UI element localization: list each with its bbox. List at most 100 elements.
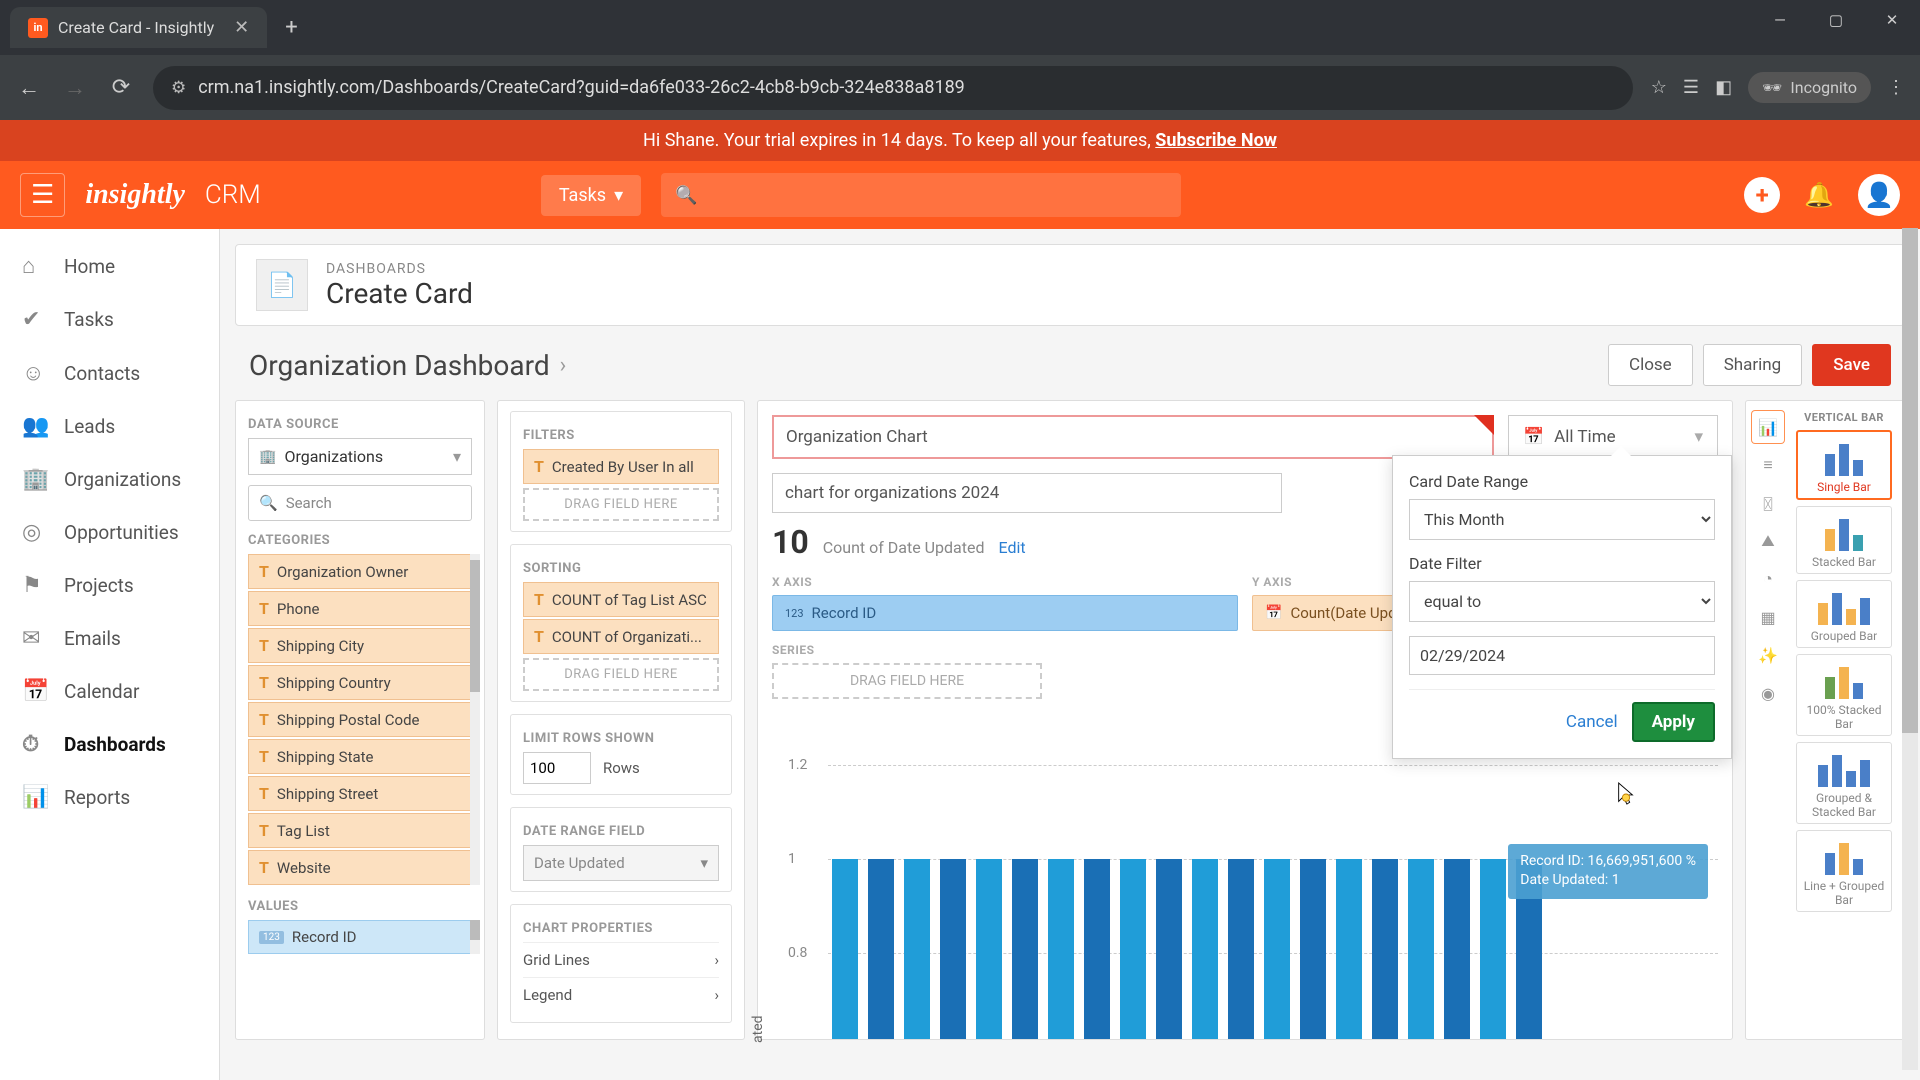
series-drop-zone[interactable]: DRAG FIELD HERE	[772, 663, 1042, 699]
back-button[interactable]: ←	[15, 74, 43, 102]
card-date-range-label: Card Date Range	[1409, 472, 1715, 491]
chart-type-line-icon[interactable]: 〿	[1752, 487, 1784, 519]
category-field[interactable]: TShipping Country	[248, 665, 472, 700]
reading-list-icon[interactable]: ☰	[1683, 77, 1699, 98]
incognito-badge[interactable]: 🕶 Incognito	[1748, 72, 1871, 103]
card-date-range-select[interactable]: This Month	[1409, 499, 1715, 540]
reload-button[interactable]: ⟳	[107, 74, 135, 102]
category-field[interactable]: TShipping State	[248, 739, 472, 774]
sidebar-item-emails[interactable]: ✉Emails	[0, 612, 219, 665]
sidebar-item-dashboards[interactable]: ⏱Dashboards	[0, 718, 219, 771]
chart-bar	[1084, 859, 1110, 1039]
chart-subtype--stacked-bar[interactable]: 100% Stacked Bar	[1796, 654, 1892, 736]
limit-input[interactable]	[523, 752, 591, 784]
category-field[interactable]: TPhone	[248, 591, 472, 626]
chart-bar	[868, 859, 894, 1039]
data-source-label: DATA SOURCE	[248, 417, 472, 432]
app-name: CRM	[205, 180, 261, 210]
sort-chip-2[interactable]: TCOUNT of Organizati...	[523, 619, 719, 654]
entity-selector[interactable]: Tasks ▾	[541, 175, 641, 216]
daterange-field-select[interactable]: Date Updated ▾	[523, 845, 719, 881]
xaxis-field[interactable]: 123 Record ID	[772, 595, 1238, 631]
close-tab-icon[interactable]: ✕	[234, 17, 249, 38]
category-field[interactable]: TShipping Postal Code	[248, 702, 472, 737]
value-field-record-id[interactable]: 123 Record ID	[248, 920, 472, 954]
chart-subtype-grouped-bar[interactable]: Grouped Bar	[1796, 580, 1892, 648]
chart-subtype-grouped-stacked-bar[interactable]: Grouped & Stacked Bar	[1796, 742, 1892, 824]
dashboard-title[interactable]: Organization Dashboard ›	[249, 349, 566, 382]
menu-icon[interactable]: ⋮	[1887, 77, 1905, 98]
sort-drop-zone[interactable]: DRAG FIELD HERE	[523, 658, 719, 691]
sort-chip-1[interactable]: TCOUNT of Tag List ASC	[523, 582, 719, 617]
chart-type-funnel-icon[interactable]: ✨	[1752, 639, 1784, 671]
minimize-icon[interactable]: —	[1752, 0, 1808, 40]
new-tab-button[interactable]: +	[275, 15, 307, 40]
sidepanel-icon[interactable]: ◧	[1715, 77, 1732, 98]
chart-bar	[940, 859, 966, 1039]
chart-subtype-line-grouped-bar[interactable]: Line + Grouped Bar	[1796, 830, 1892, 912]
sharing-button[interactable]: Sharing	[1703, 344, 1803, 386]
url-text: crm.na1.insightly.com/Dashboards/CreateC…	[198, 77, 965, 98]
filter-chip[interactable]: T Created By User In all	[523, 449, 719, 484]
date-value-input[interactable]	[1409, 636, 1715, 675]
calendar-icon: 📅	[1523, 427, 1544, 447]
avatar[interactable]: 👤	[1858, 174, 1900, 216]
edit-link[interactable]: Edit	[999, 538, 1026, 557]
sidebar-item-opportunities[interactable]: ◎Opportunities	[0, 506, 219, 559]
sidebar-icon: ✔	[22, 307, 48, 332]
subscribe-link[interactable]: Subscribe Now	[1155, 130, 1277, 151]
close-button[interactable]: Close	[1608, 344, 1693, 386]
sidebar-item-home[interactable]: ⌂Home	[0, 239, 219, 293]
search-input[interactable]: 🔍	[661, 173, 1181, 217]
sidebar-item-projects[interactable]: ⚑Projects	[0, 559, 219, 612]
chart-subtype-stacked-bar[interactable]: Stacked Bar	[1796, 506, 1892, 574]
chart-subtitle-input[interactable]: chart for organizations 2024	[772, 473, 1282, 513]
notifications-icon[interactable]: 🔔	[1804, 181, 1834, 209]
filter-drop-zone[interactable]: DRAG FIELD HERE	[523, 488, 719, 521]
datasource-search[interactable]: 🔍 Search	[248, 485, 472, 521]
category-field[interactable]: TShipping City	[248, 628, 472, 663]
chart-type-pie-icon[interactable]: ◔	[1752, 563, 1784, 595]
chart-type-area-icon[interactable]: ⛰	[1752, 525, 1784, 557]
page-scrollbar[interactable]	[1902, 228, 1918, 1070]
sorting-label: SORTING	[523, 561, 719, 576]
daterange-label: DATE RANGE FIELD	[523, 824, 719, 839]
chart-tooltip: Record ID: 16,669,951,600 % Date Updated…	[1508, 844, 1708, 899]
data-source-select[interactable]: 🏢 Organizations ▾	[248, 438, 472, 475]
category-field[interactable]: TWebsite	[248, 850, 472, 885]
chart-bar	[1048, 859, 1074, 1039]
chart-bar	[1444, 859, 1470, 1039]
sidebar-item-tasks[interactable]: ✔Tasks	[0, 293, 219, 346]
text-type-icon: T	[259, 747, 269, 766]
sidebar-item-organizations[interactable]: 🏢Organizations	[0, 453, 219, 506]
add-button[interactable]: +	[1744, 177, 1780, 213]
prop-legend[interactable]: Legend›	[523, 977, 719, 1012]
sidebar-item-leads[interactable]: 👥Leads	[0, 400, 219, 453]
sidebar-item-reports[interactable]: 📊Reports	[0, 771, 219, 824]
site-settings-icon[interactable]: ⚙	[171, 78, 186, 98]
bookmark-icon[interactable]: ☆	[1651, 77, 1667, 98]
sidebar-item-contacts[interactable]: ☺Contacts	[0, 346, 219, 400]
close-window-icon[interactable]: ✕	[1864, 0, 1920, 40]
category-field[interactable]: TTag List	[248, 813, 472, 848]
chart-subtype-single-bar[interactable]: Single Bar	[1796, 430, 1892, 500]
chart-type-table-icon[interactable]: ▦	[1752, 601, 1784, 633]
date-filter-select[interactable]: equal to	[1409, 581, 1715, 622]
hamburger-menu[interactable]: ☰	[20, 173, 65, 217]
chart-type-gauge-icon[interactable]: ◉	[1752, 677, 1784, 709]
sidebar-item-calendar[interactable]: 📅Calendar	[0, 665, 219, 718]
maximize-icon[interactable]: ▢	[1808, 0, 1864, 40]
chart-type-bar-icon[interactable]: 📊	[1752, 411, 1784, 443]
chart-preview: 1.2 1 0.8 ated Record ID: 16,669,951,600…	[772, 749, 1718, 1039]
apply-button[interactable]: Apply	[1632, 702, 1715, 742]
category-field[interactable]: TShipping Street	[248, 776, 472, 811]
address-bar[interactable]: ⚙ crm.na1.insightly.com/Dashboards/Creat…	[153, 66, 1633, 110]
prop-gridlines[interactable]: Grid Lines›	[523, 942, 719, 977]
save-button[interactable]: Save	[1812, 344, 1891, 386]
cancel-link[interactable]: Cancel	[1566, 712, 1618, 732]
chart-bar	[976, 859, 1002, 1039]
category-field[interactable]: TOrganization Owner	[248, 554, 472, 589]
browser-tab[interactable]: in Create Card - Insightly ✕	[10, 7, 267, 48]
chart-type-hbar-icon[interactable]: ≡	[1752, 449, 1784, 481]
chart-title-input[interactable]: Organization Chart	[772, 415, 1494, 459]
